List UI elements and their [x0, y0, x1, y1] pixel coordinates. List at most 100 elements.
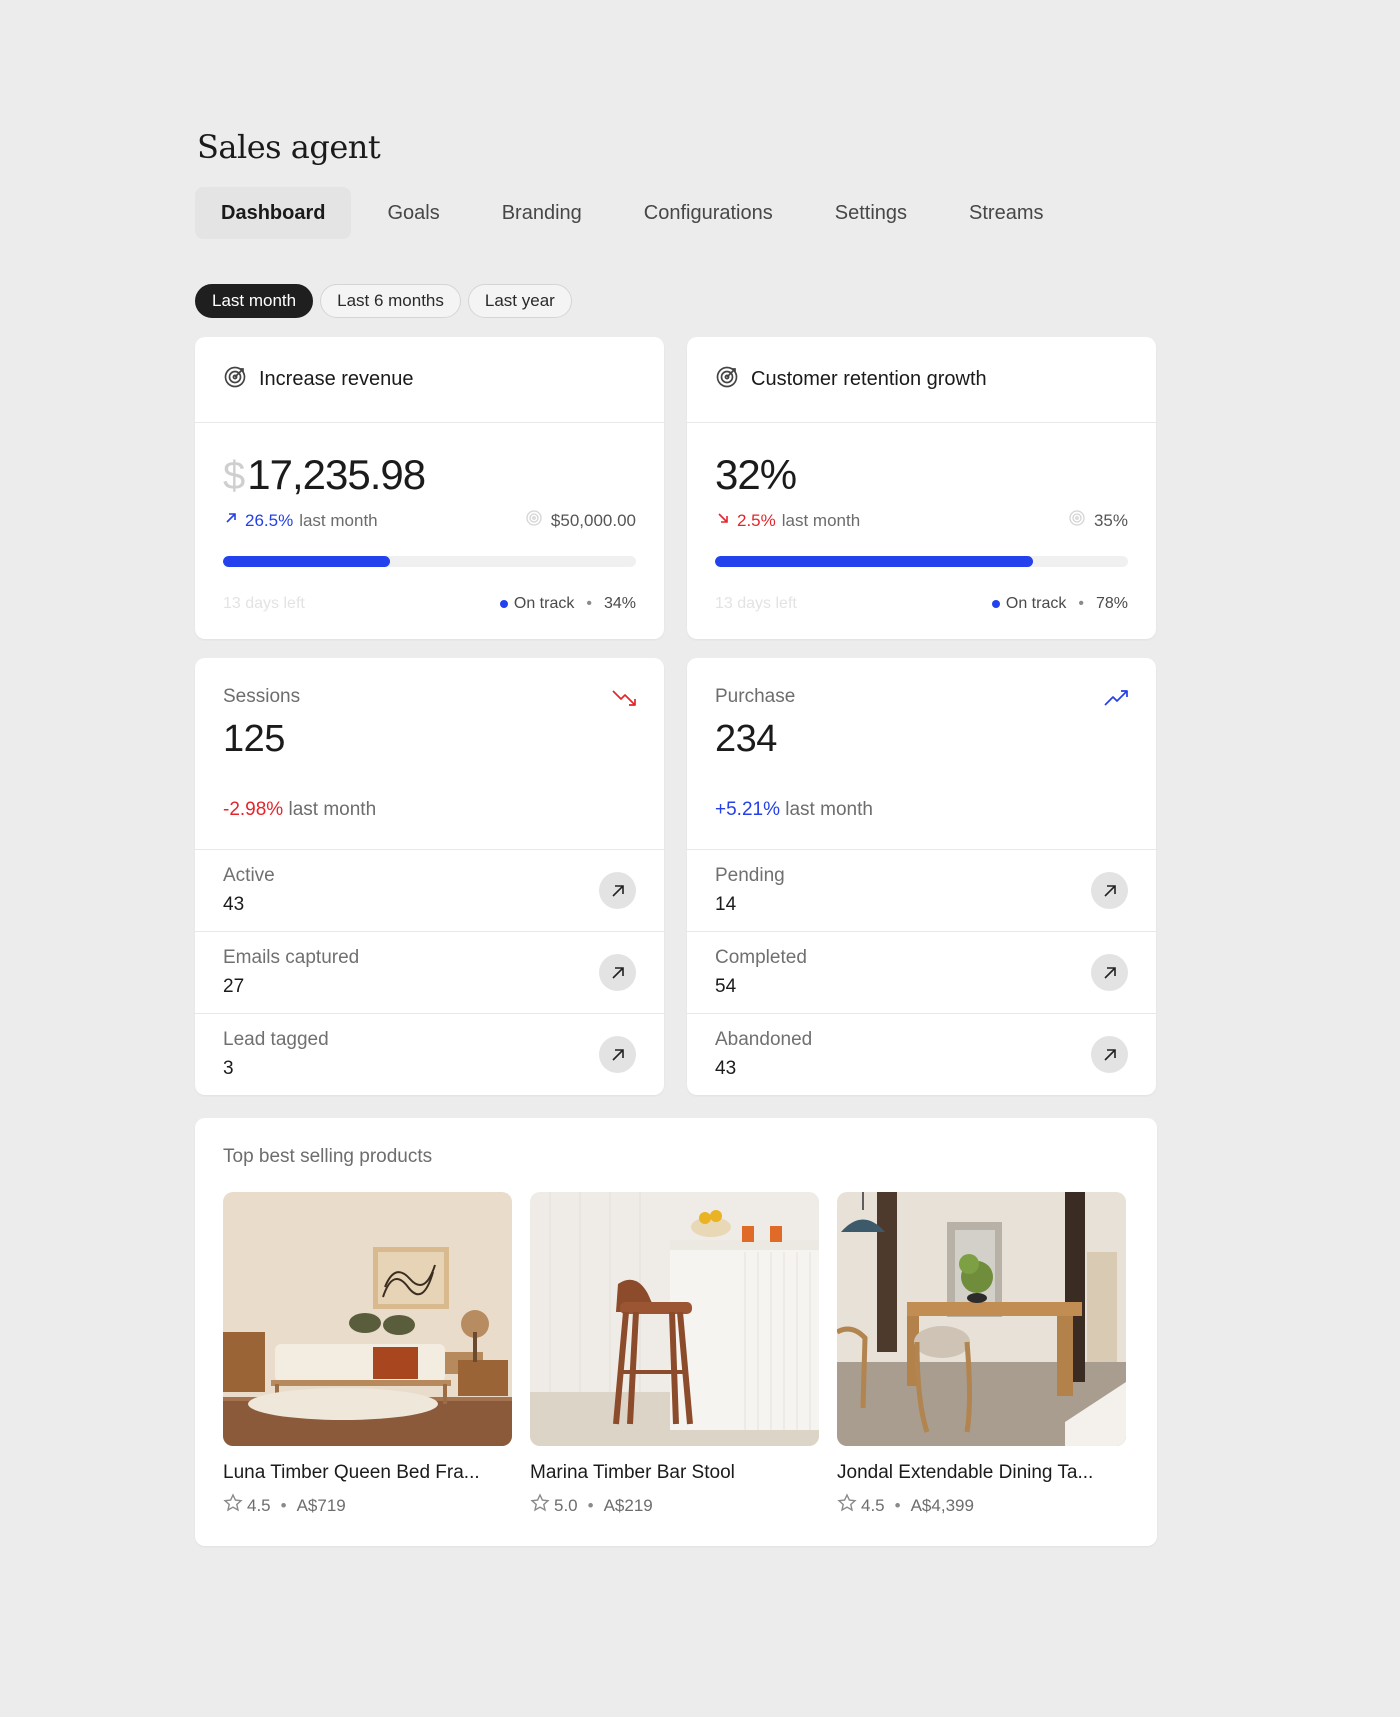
row-value: 27: [223, 976, 245, 997]
row-label: Lead tagged: [223, 1029, 329, 1050]
tab-configurations[interactable]: Configurations: [618, 187, 799, 239]
list-item[interactable]: Lead tagged 3: [195, 1014, 664, 1095]
row-label: Pending: [715, 865, 785, 886]
open-details-button[interactable]: [599, 954, 636, 991]
arrow-up-right-icon: [223, 510, 239, 531]
status-label: On track: [513, 595, 575, 612]
tab-branding[interactable]: Branding: [476, 187, 608, 239]
metric-label: Sessions: [223, 686, 301, 707]
list-item[interactable]: Abandoned 43: [687, 1014, 1156, 1095]
status-label: On track: [1005, 595, 1067, 612]
product-name[interactable]: Marina Timber Bar Stool: [530, 1462, 819, 1484]
open-details-button[interactable]: [599, 872, 636, 909]
separator-dot: •: [280, 1495, 287, 1515]
row-label: Emails captured: [223, 947, 360, 968]
metric-label: Purchase: [715, 686, 796, 707]
arrow-up-right-icon: [1103, 1048, 1116, 1061]
filter-last-6-months[interactable]: Last 6 months: [320, 284, 461, 318]
target-small-icon: [1068, 509, 1086, 532]
target-icon: [223, 365, 247, 395]
open-details-button[interactable]: [1091, 872, 1128, 909]
arrow-down-right-icon: [715, 510, 731, 531]
product-rating: 5.0: [554, 1495, 578, 1515]
list-item[interactable]: Emails captured 27: [195, 932, 664, 1014]
product-image-bed[interactable]: [223, 1192, 512, 1446]
product-name[interactable]: Jondal Extendable Dining Ta...: [837, 1462, 1126, 1484]
metric-change: -2.98%: [223, 799, 284, 820]
product-card[interactable]: Jondal Extendable Dining Ta... 4.5 • A$4…: [837, 1192, 1126, 1518]
filter-last-year[interactable]: Last year: [467, 284, 572, 318]
tab-streams[interactable]: Streams: [943, 187, 1069, 239]
product-image-dining-table[interactable]: [837, 1192, 1126, 1446]
days-left: 13 days left: [715, 595, 797, 612]
goal-change-label: last month: [299, 510, 378, 530]
goal-amount: 17,235.98: [247, 451, 426, 498]
row-label: Active: [223, 865, 275, 886]
arrow-up-right-icon: [611, 966, 624, 979]
goal-change: 26.5%: [245, 510, 294, 530]
metrics-grid: Sessions 125 -2.98% last month Active 43 …: [195, 658, 1157, 1095]
list-item[interactable]: Completed 54: [687, 932, 1156, 1014]
product-rating: 4.5: [861, 1495, 885, 1515]
section-title: Top best selling products: [223, 1146, 433, 1167]
star-icon: [837, 1493, 857, 1518]
goal-target: 35%: [1093, 510, 1128, 530]
goal-target: $50,000.00: [550, 510, 636, 530]
row-label: Abandoned: [715, 1029, 813, 1050]
star-icon: [223, 1493, 243, 1518]
goal-status: On track • 34%: [499, 595, 636, 613]
separator-dot: •: [1078, 595, 1084, 612]
filter-last-month[interactable]: Last month: [195, 284, 314, 318]
status-percent: 34%: [603, 595, 636, 612]
arrow-up-right-icon: [1103, 966, 1116, 979]
tab-bar: Dashboard Goals Branding Configurations …: [195, 186, 1157, 240]
product-card[interactable]: Luna Timber Queen Bed Fra... 4.5 • A$719: [223, 1192, 512, 1518]
goal-change-label: last month: [781, 510, 861, 530]
goal-status: On track • 78%: [991, 595, 1128, 613]
row-value: 14: [715, 894, 737, 915]
product-name[interactable]: Luna Timber Queen Bed Fra...: [223, 1462, 512, 1484]
goals-grid: Increase revenue $ 17,235.98 26.5% last …: [195, 337, 1157, 639]
goal-card-revenue[interactable]: Increase revenue $ 17,235.98 26.5% last …: [195, 337, 664, 639]
product-card[interactable]: Marina Timber Bar Stool 5.0 • A$219: [530, 1192, 819, 1518]
trending-down-icon: [612, 688, 638, 713]
goal-card-header: Customer retention growth: [687, 337, 1156, 423]
product-image-stool[interactable]: [530, 1192, 819, 1446]
arrow-up-right-icon: [611, 1048, 624, 1061]
goal-progress-bar: [715, 556, 1128, 567]
status-dot: [991, 600, 1000, 608]
metric-change: +5.21%: [715, 799, 780, 820]
goal-amount: 32%: [715, 451, 797, 498]
currency-symbol: $: [223, 454, 245, 498]
goal-change: 2.5%: [737, 510, 776, 530]
row-value: 43: [223, 894, 245, 915]
goal-card-header: Increase revenue: [195, 337, 664, 423]
page: Sales agent Dashboard Goals Branding Con…: [195, 120, 1157, 1546]
list-item[interactable]: Pending 14: [687, 850, 1156, 932]
product-price: A$219: [603, 1495, 653, 1515]
goal-title: Increase revenue: [259, 368, 414, 390]
goal-progress-fill: [223, 556, 391, 567]
row-value: 43: [715, 1058, 737, 1079]
target-icon: [715, 365, 739, 395]
goal-value: 32%: [715, 451, 1128, 499]
metric-change-label: last month: [785, 799, 873, 820]
arrow-up-right-icon: [1103, 884, 1116, 897]
status-percent: 78%: [1095, 595, 1128, 612]
goal-title: Customer retention growth: [751, 368, 987, 390]
tab-goals[interactable]: Goals: [361, 187, 465, 239]
row-label: Completed: [715, 947, 807, 968]
row-value: 3: [223, 1058, 234, 1079]
open-details-button[interactable]: [1091, 1036, 1128, 1073]
metric-change-label: last month: [288, 799, 377, 820]
page-title: Sales agent: [197, 128, 381, 166]
list-item[interactable]: Active 43: [195, 850, 664, 932]
goal-card-retention[interactable]: Customer retention growth 32% 2.5% last …: [687, 337, 1156, 639]
open-details-button[interactable]: [1091, 954, 1128, 991]
open-details-button[interactable]: [599, 1036, 636, 1073]
row-value: 54: [715, 976, 737, 997]
tab-settings[interactable]: Settings: [809, 187, 933, 239]
days-left: 13 days left: [223, 595, 305, 612]
status-dot: [499, 600, 508, 608]
tab-dashboard[interactable]: Dashboard: [195, 187, 352, 239]
